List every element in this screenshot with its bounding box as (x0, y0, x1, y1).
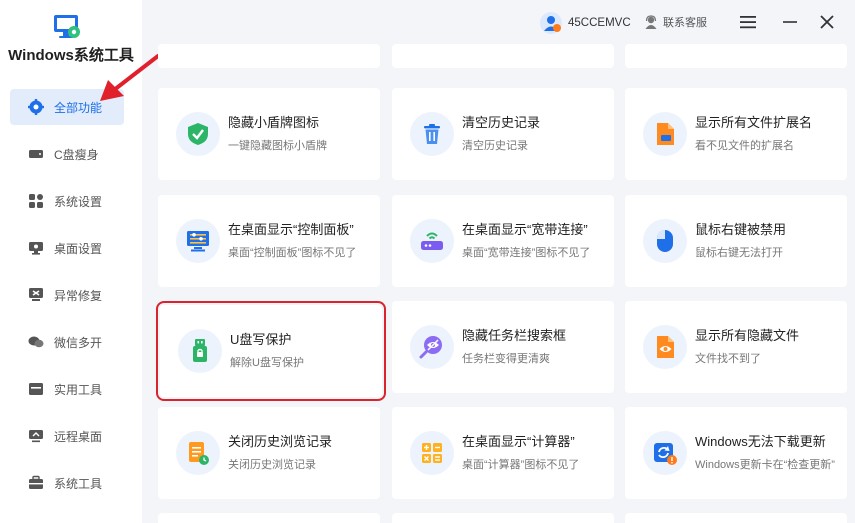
file-extension-icon (643, 112, 687, 156)
minimize-icon (783, 21, 797, 23)
sidebar-item-system-tools[interactable]: 系统工具 (10, 465, 124, 501)
card-title: 隐藏任务栏搜索框 (462, 328, 567, 343)
feature-card-show-hidden-files[interactable]: 显示所有隐藏文件 文件找不到了 (625, 301, 847, 393)
card-description: 一键隐藏图标小盾牌 (228, 140, 327, 152)
user-account[interactable]: 45CCEMVC (540, 12, 631, 34)
feature-card-desktop-calculator[interactable]: 在桌面显示“计算器” 桌面“计算器”图标不见了 (392, 407, 614, 499)
control-panel-icon (176, 219, 220, 263)
card-title: 在桌面显示“计算器” (462, 434, 575, 449)
eye-file-icon (643, 325, 687, 369)
hidden-search-icon (410, 325, 454, 369)
sidebar-item-system-settings[interactable]: 系统设置 (10, 183, 124, 219)
app-logo-icon (54, 15, 80, 38)
card-description: 文件找不到了 (695, 353, 761, 365)
sidebar-item-label: C盘瘦身 (54, 147, 99, 162)
feature-card-desktop-control-panel[interactable]: 在桌面显示“控制面板” 桌面“控制面板”图标不见了 (158, 195, 380, 287)
card-title: U盘写保护 (230, 332, 292, 347)
mouse-icon (643, 219, 687, 263)
calculator-icon (410, 431, 454, 475)
sidebar-item-label: 实用工具 (54, 382, 103, 397)
contact-service-button[interactable]: 联系客服 (644, 14, 707, 30)
feature-card-hide-taskbar-search[interactable]: 隐藏任务栏搜索框 任务栏变得更清爽 (392, 301, 614, 393)
sidebar-item-label: 异常修复 (54, 288, 103, 303)
gear-icon (28, 99, 44, 115)
sidebar-item-c-drive[interactable]: C盘瘦身 (10, 136, 124, 172)
feature-card-usb-write-protect[interactable]: U盘写保护 解除U盘写保护 (156, 301, 386, 401)
chat-icon (28, 334, 44, 350)
feature-card-desktop-broadband[interactable]: 在桌面显示“宽带连接” 桌面“宽带连接”图标不见了 (392, 195, 614, 287)
card-title: 鼠标右键被禁用 (695, 222, 787, 237)
repair-icon (28, 287, 44, 303)
feature-card-clear-history[interactable]: 清空历史记录 清空历史记录 (392, 88, 614, 180)
card-description: Windows更新卡在“检查更新” (695, 459, 835, 471)
card-description: 看不见文件的扩展名 (695, 140, 794, 152)
support-agent-icon (645, 15, 657, 29)
briefcase-icon (28, 475, 44, 491)
sidebar-item-label: 桌面设置 (54, 241, 103, 256)
card-description: 解除U盘写保护 (230, 357, 304, 369)
remote-desktop-icon (28, 428, 44, 444)
feature-card-show-extensions[interactable]: 显示所有文件扩展名 看不见文件的扩展名 (625, 88, 847, 180)
contact-service-label: 联系客服 (663, 17, 707, 29)
feature-card-partial[interactable] (158, 513, 380, 523)
menu-icon (740, 16, 756, 29)
card-title: 在桌面显示“控制面板” (228, 222, 354, 237)
sidebar-item-label: 系统设置 (54, 194, 103, 209)
sidebar-item-repair[interactable]: 异常修复 (10, 277, 124, 313)
username: 45CCEMVC (568, 17, 631, 29)
sidebar-item-label: 微信多开 (54, 335, 103, 350)
card-description: 桌面“控制面板”图标不见了 (228, 247, 357, 259)
feature-card-partial[interactable] (392, 513, 614, 523)
card-description: 任务栏变得更清爽 (462, 353, 550, 365)
feature-card-disable-browse-history[interactable]: 关闭历史浏览记录 关闭历史浏览记录 (158, 407, 380, 499)
router-icon (410, 219, 454, 263)
sidebar-nav: 全部功能 C盘瘦身 系统设置 桌面设置 异常修复 微信多开 实用工具 远程桌面 … (10, 89, 124, 512)
close-button[interactable] (817, 12, 837, 32)
card-title: 隐藏小盾牌图标 (228, 115, 320, 130)
disk-icon (28, 146, 44, 162)
sidebar-item-label: 远程桌面 (54, 429, 103, 444)
toolbox-icon (28, 381, 44, 397)
card-description: 清空历史记录 (462, 140, 528, 152)
sidebar-item-desktop-settings[interactable]: 桌面设置 (10, 230, 124, 266)
card-description: 关闭历史浏览记录 (228, 459, 316, 471)
card-title: 显示所有文件扩展名 (695, 115, 813, 130)
shield-icon (176, 112, 220, 156)
avatar (540, 12, 562, 34)
feature-card-partial[interactable] (625, 513, 847, 523)
top-bar: 45CCEMVC 联系客服 (142, 0, 855, 44)
trash-icon (410, 112, 454, 156)
update-icon (643, 431, 687, 475)
feature-card-partial[interactable] (392, 44, 614, 68)
sidebar-item-remote-desktop[interactable]: 远程桌面 (10, 418, 124, 454)
feature-card-windows-update[interactable]: Windows无法下载更新 Windows更新卡在“检查更新” (625, 407, 847, 499)
grid-icon (28, 193, 44, 209)
card-title: 关闭历史浏览记录 (228, 434, 333, 449)
card-description: 桌面“宽带连接”图标不见了 (462, 247, 591, 259)
feature-card-partial[interactable] (625, 44, 847, 68)
feature-card-mouse-right-click[interactable]: 鼠标右键被禁用 鼠标右键无法打开 (625, 195, 847, 287)
history-doc-icon (176, 431, 220, 475)
card-title: Windows无法下载更新 (695, 434, 826, 449)
minimize-button[interactable] (780, 12, 800, 32)
sidebar-item-utilities[interactable]: 实用工具 (10, 371, 124, 407)
usb-lock-icon (178, 329, 222, 373)
card-description: 鼠标右键无法打开 (695, 247, 783, 259)
feature-card-partial[interactable] (158, 44, 380, 68)
card-title: 清空历史记录 (462, 115, 541, 130)
sidebar-item-label: 系统工具 (54, 476, 103, 491)
sidebar-item-wechat[interactable]: 微信多开 (10, 324, 124, 360)
card-title: 在桌面显示“宽带连接” (462, 222, 588, 237)
card-title: 显示所有隐藏文件 (695, 328, 800, 343)
menu-button[interactable] (738, 12, 758, 32)
feature-card-hide-shield[interactable]: 隐藏小盾牌图标 一键隐藏图标小盾牌 (158, 88, 380, 180)
monitor-icon (28, 240, 44, 256)
close-icon (820, 15, 834, 29)
card-description: 桌面“计算器”图标不见了 (462, 459, 580, 471)
